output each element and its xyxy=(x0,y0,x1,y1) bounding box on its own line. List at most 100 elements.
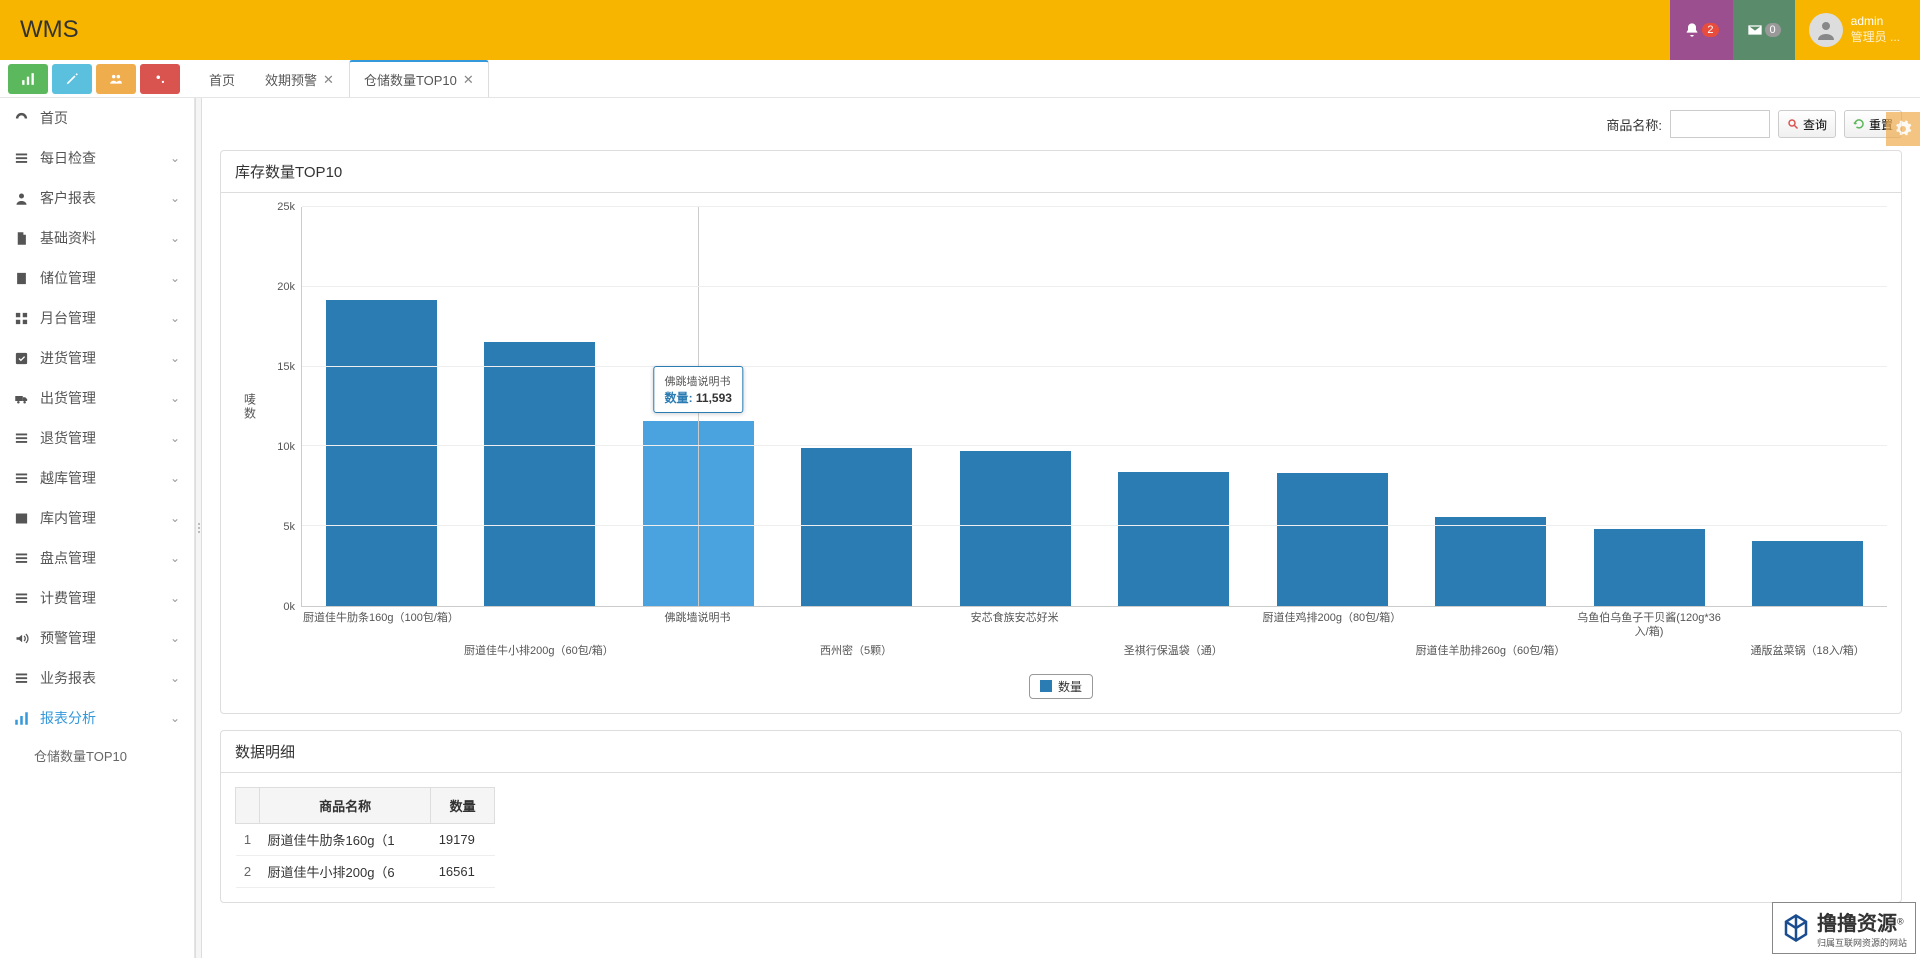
dashboard-icon xyxy=(14,111,30,126)
notif-badge: 2 xyxy=(1702,23,1718,37)
main-content: 商品名称: 查询 重置 库存数量TOP10 唛数 0k5k10k15k20k25… xyxy=(202,98,1920,958)
header-right: 2 0 admin 管理员 ... xyxy=(1670,0,1920,60)
bar[interactable] xyxy=(778,207,937,606)
sidebar-resize-handle[interactable] xyxy=(195,98,202,958)
app-header: WMS 2 0 admin 管理员 ... xyxy=(0,0,1920,60)
sidebar-item[interactable]: 盘点管理⌄ xyxy=(0,538,194,578)
sidebar-item[interactable]: 计费管理⌄ xyxy=(0,578,194,618)
tab-close-icon[interactable]: ✕ xyxy=(463,72,474,88)
toolbar-edit-button[interactable] xyxy=(52,64,92,94)
search-button[interactable]: 查询 xyxy=(1778,110,1836,138)
sidebar-item[interactable]: 报表分析⌄ xyxy=(0,698,194,738)
list-icon xyxy=(14,551,30,566)
tab[interactable]: 首页 xyxy=(194,61,250,97)
sidebar-item[interactable]: 基础资料⌄ xyxy=(0,218,194,258)
sidebar-item[interactable]: 退货管理⌄ xyxy=(0,418,194,458)
user-role: 管理员 ... xyxy=(1851,30,1900,46)
chart-area[interactable]: 唛数 0k5k10k15k20k25k 佛跳墙说明书 数量: 11,593 xyxy=(235,207,1887,607)
sidebar-item[interactable]: 月台管理⌄ xyxy=(0,298,194,338)
bell-icon xyxy=(1684,22,1700,38)
bar[interactable] xyxy=(1729,207,1888,606)
user-icon xyxy=(1814,18,1838,42)
notifications-button[interactable]: 2 xyxy=(1670,0,1732,60)
product-name-input[interactable] xyxy=(1670,110,1770,138)
list-icon xyxy=(14,431,30,446)
sidebar-item[interactable]: 每日检查⌄ xyxy=(0,138,194,178)
chevron-down-icon: ⌄ xyxy=(170,511,180,525)
sidebar-item[interactable]: 储位管理⌄ xyxy=(0,258,194,298)
tab[interactable]: 效期预警✕ xyxy=(250,61,349,97)
settings-drawer-toggle[interactable] xyxy=(1886,112,1920,146)
chevron-down-icon: ⌄ xyxy=(170,391,180,405)
chevron-down-icon: ⌄ xyxy=(170,151,180,165)
chevron-down-icon: ⌄ xyxy=(170,471,180,485)
tab-close-icon[interactable]: ✕ xyxy=(323,72,334,88)
chevron-down-icon: ⌄ xyxy=(170,631,180,645)
mail-badge: 0 xyxy=(1765,23,1781,37)
sidebar-item[interactable]: 预警管理⌄ xyxy=(0,618,194,658)
list-icon xyxy=(14,591,30,606)
table-row[interactable]: 1厨道佳牛肋条160g（119179 xyxy=(236,823,495,855)
sidebar-item[interactable]: 客户报表⌄ xyxy=(0,178,194,218)
volume-icon xyxy=(14,631,30,646)
filter-label: 商品名称: xyxy=(1606,115,1662,134)
list-icon xyxy=(14,151,30,166)
chevron-down-icon: ⌄ xyxy=(170,191,180,205)
avatar xyxy=(1809,13,1843,47)
gears-icon xyxy=(153,72,167,86)
mail-button[interactable]: 0 xyxy=(1733,0,1795,60)
sidebar-item[interactable]: 出货管理⌄ xyxy=(0,378,194,418)
chart-legend[interactable]: 数量 xyxy=(235,674,1887,699)
sidebar-item[interactable]: 库内管理⌄ xyxy=(0,498,194,538)
toolbar: 首页效期预警✕仓储数量TOP10✕ xyxy=(0,60,1920,98)
list-icon xyxy=(14,671,30,686)
toolbar-users-button[interactable] xyxy=(96,64,136,94)
detail-table: 商品名称 数量 1厨道佳牛肋条160g（1191792厨道佳牛小排200g（61… xyxy=(235,787,495,888)
filter-bar: 商品名称: 查询 重置 xyxy=(220,110,1902,138)
chevron-down-icon: ⌄ xyxy=(170,271,180,285)
user-menu[interactable]: admin 管理员 ... xyxy=(1795,0,1920,60)
bar[interactable] xyxy=(1412,207,1571,606)
y-axis-label: 唛数 xyxy=(242,393,259,421)
detail-panel: 数据明细 商品名称 数量 1厨道佳牛肋条160g（1191792厨道佳牛小排20… xyxy=(220,730,1902,903)
chevron-down-icon: ⌄ xyxy=(170,231,180,245)
chevron-down-icon: ⌄ xyxy=(170,551,180,565)
col-name: 商品名称 xyxy=(260,787,431,823)
bar[interactable] xyxy=(1095,207,1254,606)
bar[interactable] xyxy=(936,207,1095,606)
watermark: 撸撸资源® 归属互联网资源的网站 xyxy=(1772,902,1916,954)
search-icon xyxy=(1787,118,1799,130)
username: admin xyxy=(1851,14,1900,30)
x-axis-labels: 厨道佳牛肋条160g（100包/箱）佛跳墙说明书安芯食族安芯好米厨道佳鸡排200… xyxy=(301,607,1887,640)
envelope-icon xyxy=(1747,22,1763,38)
toolbar-settings-button[interactable] xyxy=(140,64,180,94)
sidebar-item[interactable]: 业务报表⌄ xyxy=(0,658,194,698)
chevron-down-icon: ⌄ xyxy=(170,591,180,605)
chart-tooltip: 佛跳墙说明书 数量: 11,593 xyxy=(654,366,743,413)
sidebar: 首页每日检查⌄客户报表⌄基础资料⌄储位管理⌄月台管理⌄进货管理⌄出货管理⌄退货管… xyxy=(0,98,195,958)
sidebar-sub-item[interactable]: 仓储数量TOP10 xyxy=(0,738,194,772)
list-icon xyxy=(14,471,30,486)
signal-icon xyxy=(14,711,30,726)
user-info: admin 管理员 ... xyxy=(1851,14,1900,45)
truck-icon xyxy=(14,391,30,406)
sidebar-item[interactable]: 越库管理⌄ xyxy=(0,458,194,498)
sidebar-item[interactable]: 进货管理⌄ xyxy=(0,338,194,378)
gear-icon xyxy=(1894,120,1912,138)
col-qty: 数量 xyxy=(431,787,495,823)
chart-panel-title: 库存数量TOP10 xyxy=(221,151,1901,193)
app-title: WMS xyxy=(20,16,79,44)
sidebar-item[interactable]: 首页 xyxy=(0,98,194,138)
table-row[interactable]: 2厨道佳牛小排200g（616561 xyxy=(236,855,495,887)
toolbar-stats-button[interactable] xyxy=(8,64,48,94)
tab[interactable]: 仓储数量TOP10✕ xyxy=(349,60,489,97)
bar[interactable] xyxy=(302,207,461,606)
bar[interactable] xyxy=(1570,207,1729,606)
signal-icon xyxy=(21,72,35,86)
chart-panel: 库存数量TOP10 唛数 0k5k10k15k20k25k 佛跳墙说明书 数量:… xyxy=(220,150,1902,714)
building-icon xyxy=(14,271,30,286)
bar[interactable] xyxy=(461,207,620,606)
grid-icon xyxy=(14,311,30,326)
user-icon xyxy=(14,191,30,206)
bar[interactable] xyxy=(1253,207,1412,606)
